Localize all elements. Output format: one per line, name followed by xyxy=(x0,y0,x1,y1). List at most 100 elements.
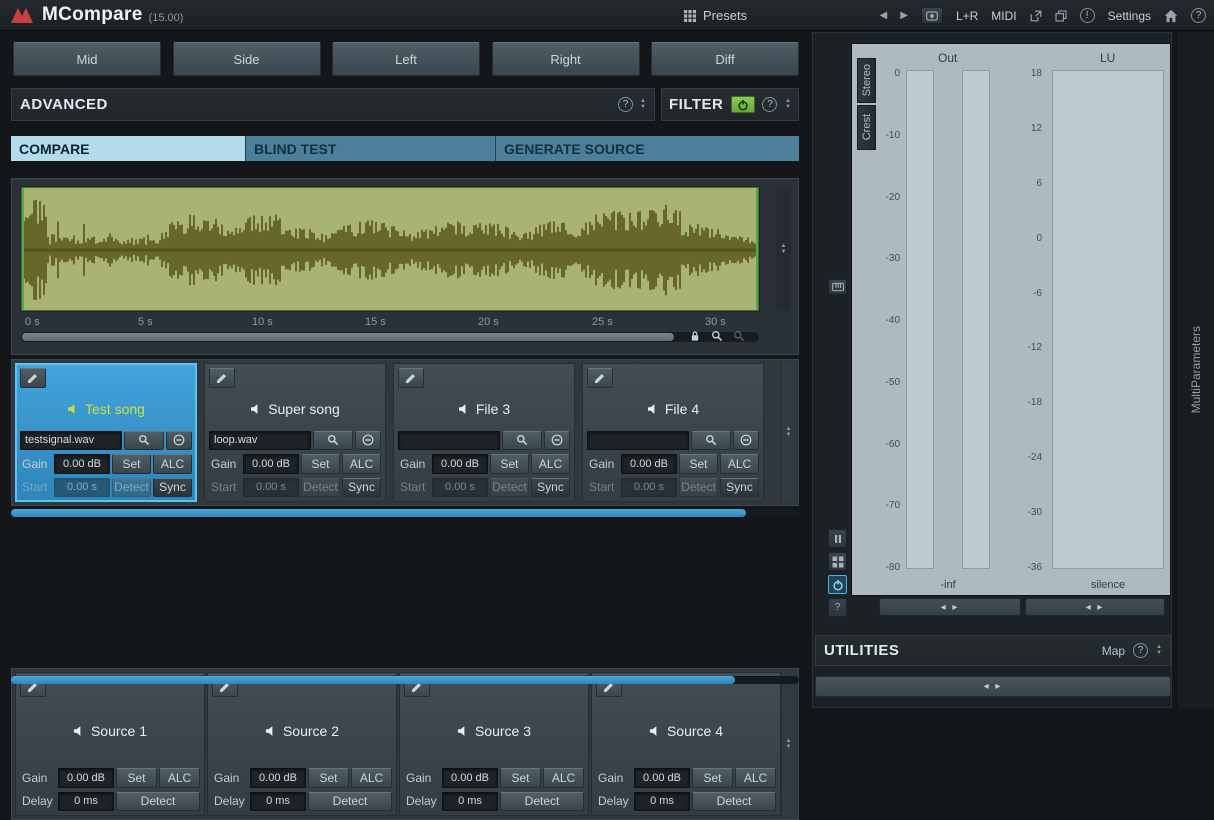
detect-button[interactable]: Detect xyxy=(500,792,584,811)
file-slot-2[interactable]: Super song Gain 0.00 dB Set ALC Start 0.… xyxy=(204,363,386,502)
tab-blind-test[interactable]: BLIND TEST xyxy=(246,136,496,161)
slot-name[interactable]: File 3 xyxy=(458,399,510,419)
waveform-scrollbar[interactable] xyxy=(21,332,759,342)
layout-button[interactable] xyxy=(828,552,847,571)
zoom-in-icon[interactable] xyxy=(711,330,723,342)
remove-button[interactable] xyxy=(355,431,381,451)
detect-button[interactable]: Detect xyxy=(692,792,776,811)
set-button[interactable]: Set xyxy=(308,768,349,787)
file-slots-scrollbar-thumb[interactable] xyxy=(11,509,746,517)
edit-button[interactable] xyxy=(20,368,46,388)
file-slot-3[interactable]: File 3 Gain 0.00 dB Set ALC Start 0.00 s… xyxy=(393,363,575,502)
gain-value[interactable]: 0.00 dB xyxy=(54,454,110,474)
gain-value[interactable]: 0.00 dB xyxy=(243,454,299,474)
slot-name[interactable]: Super song xyxy=(250,399,340,419)
channel-button-diff[interactable]: Diff xyxy=(651,42,799,76)
filter-section-header[interactable]: FILTER ? ▲▼ xyxy=(661,88,799,121)
file-name-input[interactable] xyxy=(587,431,689,451)
gain-value[interactable]: 0.00 dB xyxy=(432,454,488,474)
gain-value[interactable]: 0.00 dB xyxy=(634,768,690,787)
meter-power-button[interactable] xyxy=(828,575,847,594)
alc-button[interactable]: ALC xyxy=(720,454,759,474)
utilities-collapse-arrows[interactable]: ▲▼ xyxy=(1156,645,1162,656)
next-preset-button[interactable]: ▶ xyxy=(900,10,908,21)
detect-button[interactable]: Detect xyxy=(301,478,340,498)
tab-compare[interactable]: COMPARE xyxy=(11,136,246,161)
gain-value[interactable]: 0.00 dB xyxy=(442,768,498,787)
remove-button[interactable] xyxy=(166,431,192,451)
file-panel-collapse-arrows[interactable]: ▲▼ xyxy=(786,427,792,438)
waveform-collapse-arrows[interactable]: ▲▼ xyxy=(781,244,787,255)
filter-power-button[interactable] xyxy=(731,96,755,113)
source-slots-scrollbar-thumb[interactable] xyxy=(11,676,735,684)
sync-button[interactable]: Sync xyxy=(531,478,570,498)
gain-value[interactable]: 0.00 dB xyxy=(58,768,114,787)
start-value[interactable]: 0.00 s xyxy=(54,478,110,498)
gain-value[interactable]: 0.00 dB xyxy=(621,454,677,474)
sync-button[interactable]: Sync xyxy=(153,478,192,498)
waveform-display[interactable] xyxy=(21,187,759,311)
settings-button[interactable]: Settings xyxy=(1108,9,1151,23)
slot-name[interactable]: Source 1 xyxy=(73,721,147,740)
set-button[interactable]: Set xyxy=(490,454,529,474)
edit-button[interactable] xyxy=(398,368,424,388)
midi-button[interactable]: MIDI xyxy=(991,9,1016,23)
lock-icon[interactable] xyxy=(689,330,701,342)
remove-button[interactable] xyxy=(544,431,570,451)
edit-button[interactable] xyxy=(587,368,613,388)
source-panel-resize-strip[interactable]: ▲▼ xyxy=(781,672,795,816)
bottom-scrollbar[interactable]: ◂ ▸ xyxy=(815,676,1171,697)
channel-mode-button[interactable]: L+R xyxy=(956,9,978,23)
alc-button[interactable]: ALC xyxy=(159,768,200,787)
edit-button[interactable] xyxy=(209,368,235,388)
slot-name[interactable]: Test song xyxy=(67,399,145,419)
source-slots-scrollbar[interactable] xyxy=(11,676,799,684)
detect-button[interactable]: Detect xyxy=(490,478,529,498)
tab-generate-source[interactable]: GENERATE SOURCE xyxy=(496,136,799,161)
detect-button[interactable]: Detect xyxy=(679,478,718,498)
detect-button[interactable]: Detect xyxy=(112,478,151,498)
source-panel-collapse-arrows[interactable]: ▲▼ xyxy=(786,739,792,750)
browse-button[interactable] xyxy=(691,431,731,451)
start-value[interactable]: 0.00 s xyxy=(621,478,677,498)
utilities-help-button[interactable]: ? xyxy=(1133,643,1148,658)
slot-name[interactable]: Source 3 xyxy=(457,721,531,740)
delay-value[interactable]: 0 ms xyxy=(250,792,306,811)
alc-button[interactable]: ALC xyxy=(342,454,381,474)
file-panel-resize-strip[interactable]: ▲▼ xyxy=(781,363,795,502)
file-slots-scrollbar[interactable] xyxy=(11,509,799,517)
source-slot-1[interactable]: Source 1 Gain 0.00 dB Set ALC Delay 0 ms… xyxy=(15,672,205,816)
map-button[interactable]: Map xyxy=(1102,644,1125,658)
waveform-scrollbar-thumb[interactable] xyxy=(22,333,674,341)
delay-value[interactable]: 0 ms xyxy=(442,792,498,811)
filter-collapse-arrows[interactable]: ▲▼ xyxy=(785,99,791,110)
alc-button[interactable]: ALC xyxy=(351,768,392,787)
loop-marker-start[interactable] xyxy=(22,188,24,310)
slot-name[interactable]: Source 2 xyxy=(265,721,339,740)
gain-value[interactable]: 0.00 dB xyxy=(250,768,306,787)
set-button[interactable]: Set xyxy=(500,768,541,787)
channel-button-mid[interactable]: Mid xyxy=(13,42,161,76)
file-slot-4[interactable]: File 4 Gain 0.00 dB Set ALC Start 0.00 s… xyxy=(582,363,764,502)
alert-button[interactable]: ! xyxy=(1080,8,1095,23)
set-button[interactable]: Set xyxy=(692,768,733,787)
slot-name[interactable]: Source 4 xyxy=(649,721,723,740)
file-name-input[interactable] xyxy=(209,431,311,451)
file-slot-1[interactable]: Test song Gain 0.00 dB Set ALC Start 0.0… xyxy=(15,363,197,502)
tab-crest[interactable]: Crest xyxy=(857,105,876,150)
set-button[interactable]: Set xyxy=(679,454,718,474)
set-button[interactable]: Set xyxy=(112,454,151,474)
delay-value[interactable]: 0 ms xyxy=(634,792,690,811)
browse-button[interactable] xyxy=(124,431,164,451)
sync-button[interactable]: Sync xyxy=(720,478,759,498)
detect-button[interactable]: Detect xyxy=(308,792,392,811)
detect-button[interactable]: Detect xyxy=(116,792,200,811)
start-value[interactable]: 0.00 s xyxy=(432,478,488,498)
channel-button-right[interactable]: Right xyxy=(492,42,640,76)
popout-button[interactable] xyxy=(1030,10,1042,22)
snapshot-button[interactable] xyxy=(921,7,943,24)
channel-button-left[interactable]: Left xyxy=(332,42,480,76)
keyboard-button[interactable] xyxy=(828,279,847,295)
loop-marker-end[interactable] xyxy=(756,188,758,310)
advanced-collapse-arrows[interactable]: ▲▼ xyxy=(640,99,646,110)
